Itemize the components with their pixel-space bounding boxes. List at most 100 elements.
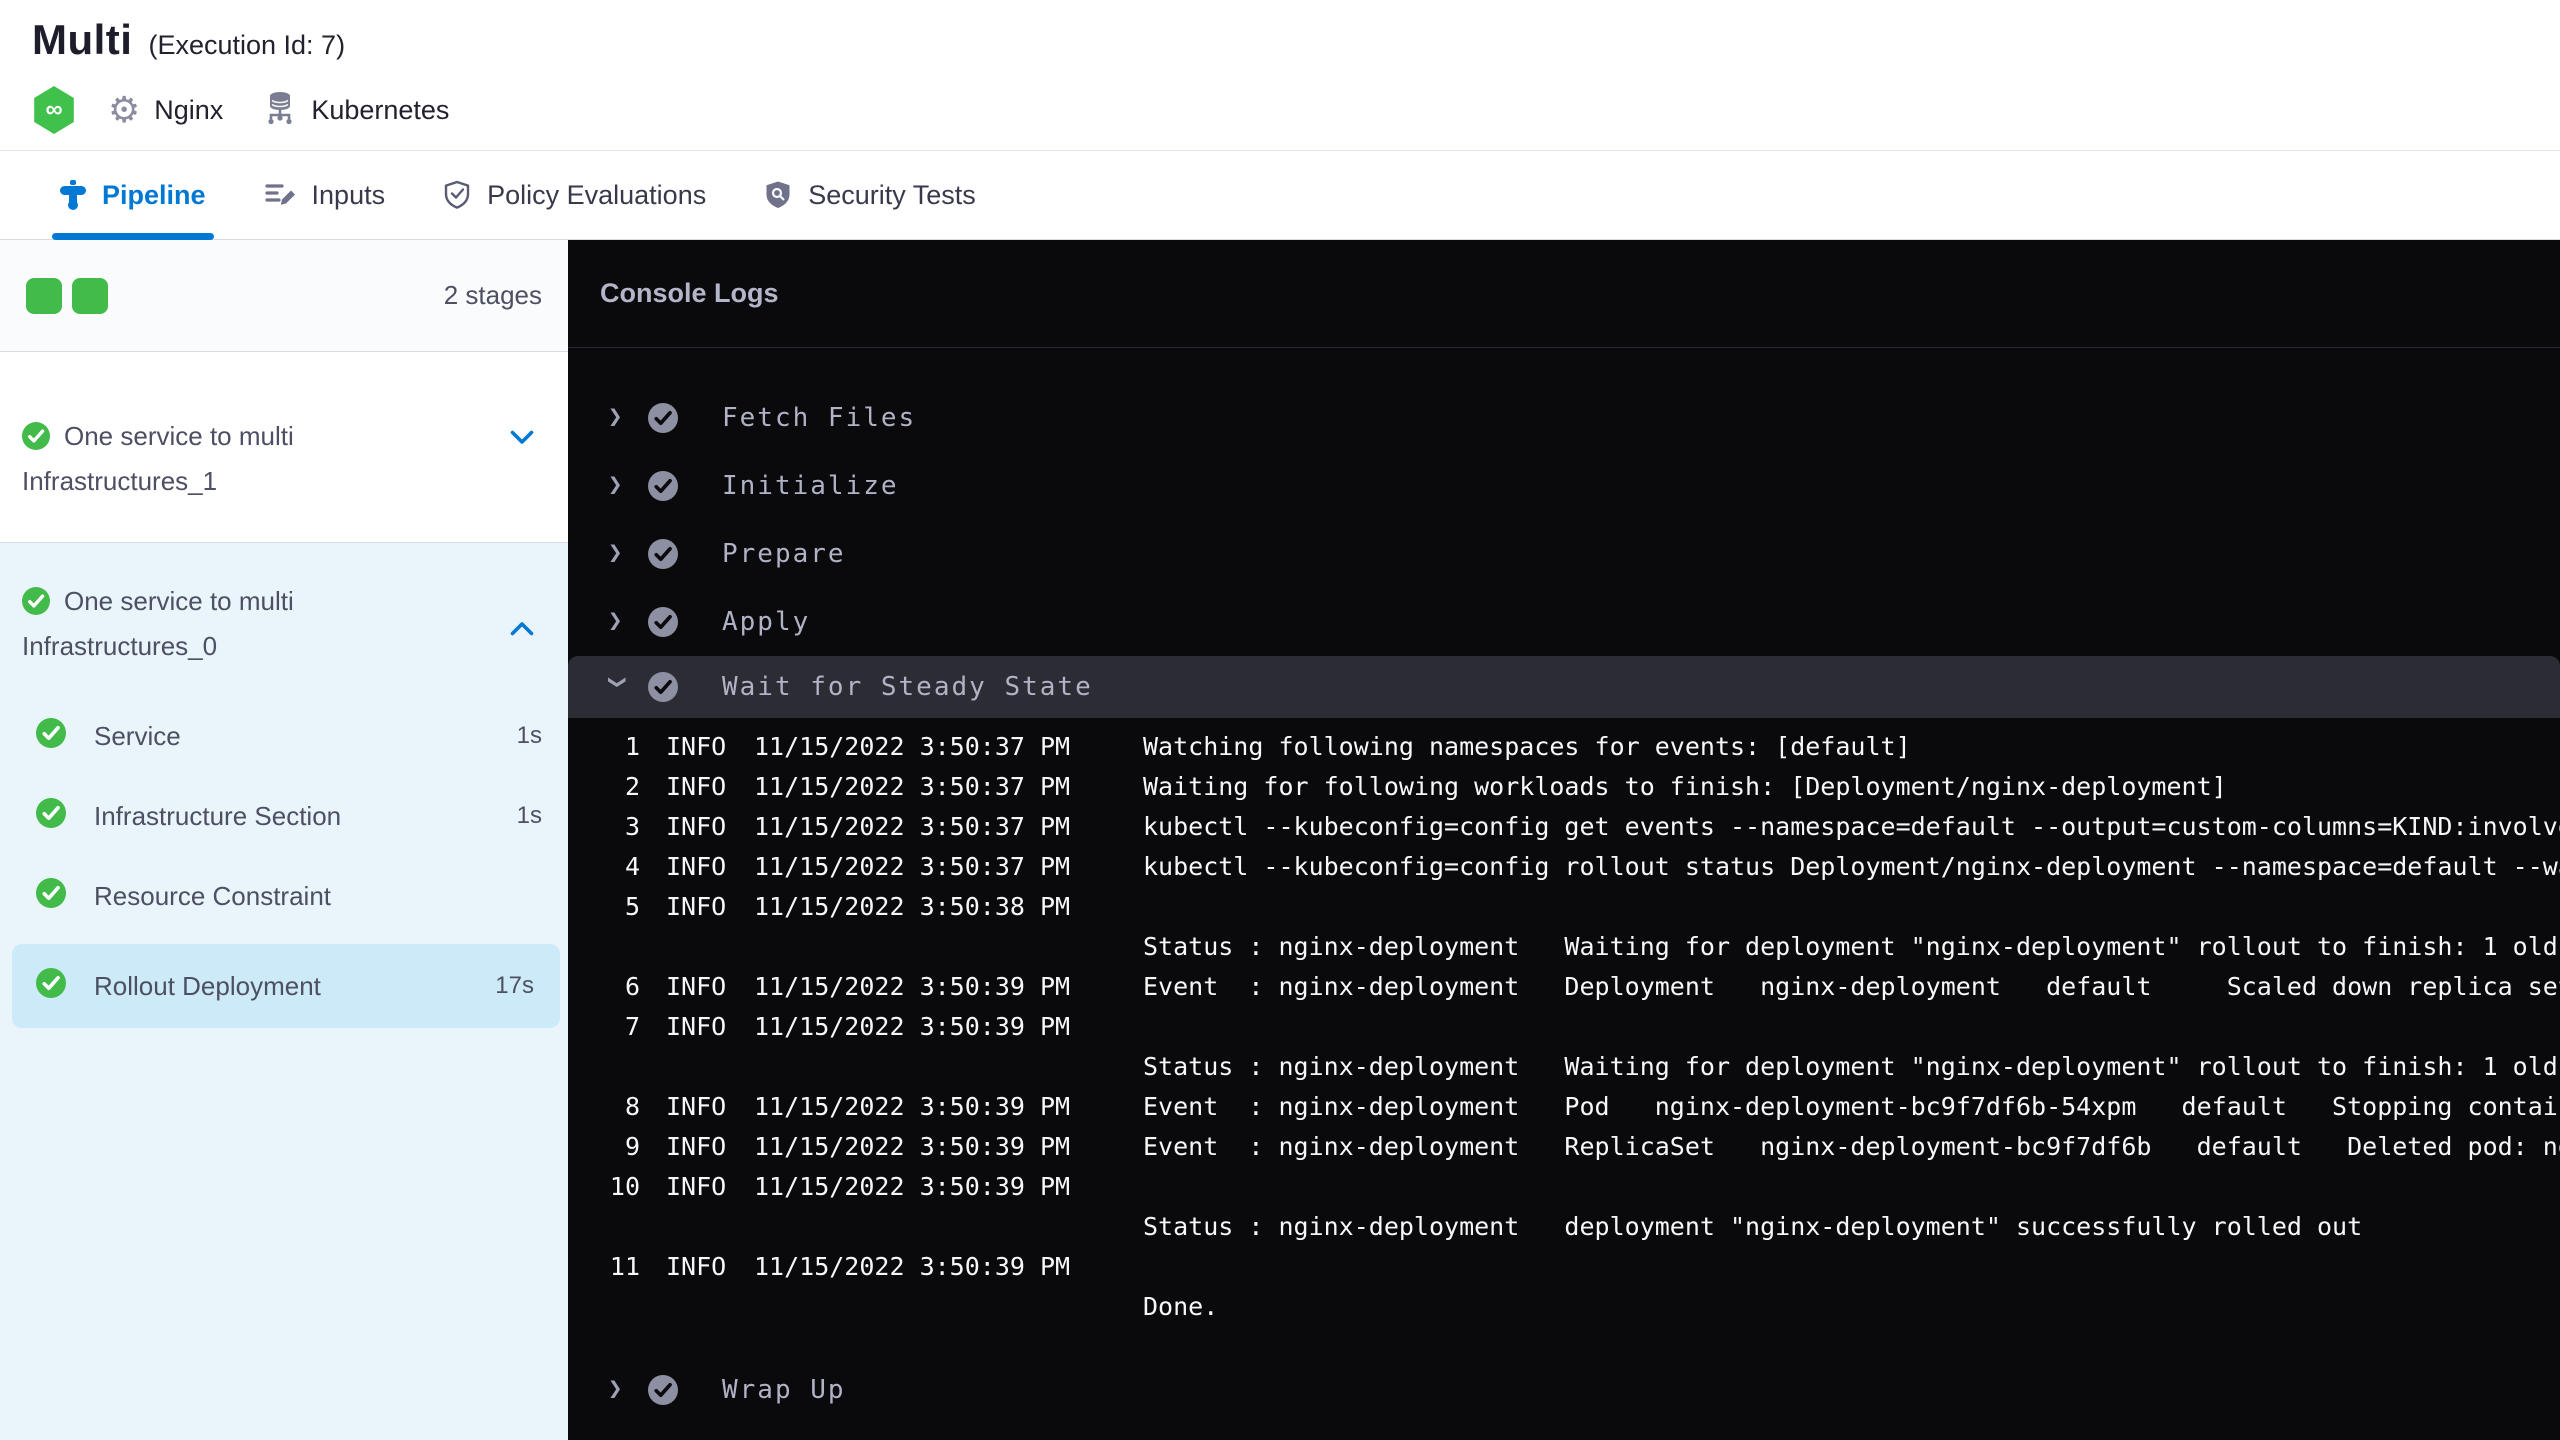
section-label: Prepare xyxy=(722,539,846,569)
log-line-number: 4 xyxy=(624,851,640,881)
log-line-number: 7 xyxy=(624,1011,640,1041)
section-label: Fetch Files xyxy=(722,403,917,433)
step-list: Service 1s Infrastructure Section 1s Res… xyxy=(0,696,568,1028)
tab-label: Inputs xyxy=(311,179,386,210)
log-level: INFO xyxy=(666,731,727,761)
log-line: 2 INFO 11/15/2022 3:50:37 PM Waiting for… xyxy=(568,766,2560,806)
log-message: Done. xyxy=(1143,1291,1219,1321)
log-section-apply[interactable]: ❯ Apply xyxy=(568,588,2560,656)
log-timestamp: 11/15/2022 3:50:37 PM xyxy=(754,851,1071,881)
harness-cd-icon: ∞ xyxy=(34,86,74,134)
log-line-number: 6 xyxy=(624,971,640,1001)
log-section-wait-for-steady-state[interactable]: ❯ Wait for Steady State xyxy=(568,656,2560,718)
log-line: 11 INFO 11/15/2022 3:50:39 PM xyxy=(568,1246,2560,1286)
chevron-right-icon[interactable]: ❯ xyxy=(608,606,628,634)
tab-label: Policy Evaluations xyxy=(487,179,707,210)
log-line: 9 INFO 11/15/2022 3:50:39 PM Event : ngi… xyxy=(568,1126,2560,1166)
log-line-number: 2 xyxy=(624,771,640,801)
step-duration: 1s xyxy=(516,802,542,829)
section-success-badge-icon xyxy=(648,403,678,433)
log-line-number: 9 xyxy=(624,1131,640,1161)
log-message: Status : nginx-deployment Waiting for de… xyxy=(1143,931,2560,961)
success-check-icon xyxy=(36,717,66,755)
service-name[interactable]: Nginx xyxy=(154,95,223,126)
log-timestamp: 11/15/2022 3:50:39 PM xyxy=(754,1091,1071,1121)
log-level: INFO xyxy=(666,851,727,881)
log-message: Event : nginx-deployment Deployment ngin… xyxy=(1143,971,2560,1001)
chevron-right-icon[interactable]: ❯ xyxy=(608,402,628,430)
success-check-icon xyxy=(22,586,50,626)
log-section-prepare[interactable]: ❯ Prepare xyxy=(568,520,2560,588)
console-header: Console Logs xyxy=(568,240,2560,348)
success-check-icon xyxy=(36,967,66,1005)
log-line: 1 INFO 11/15/2022 3:50:37 PM Watching fo… xyxy=(568,726,2560,766)
log-line: 4 INFO 11/15/2022 3:50:37 PM kubectl --k… xyxy=(568,846,2560,886)
console-panel: Console Logs ❯ Fetch Files ❯ Initialize … xyxy=(568,240,2560,1440)
chevron-right-icon[interactable]: ❯ xyxy=(608,538,628,566)
tab-label: Security Tests xyxy=(808,179,976,210)
tab-security-tests[interactable]: Security Tests xyxy=(764,151,976,239)
log-level: INFO xyxy=(666,811,727,841)
active-tab-indicator xyxy=(52,233,214,240)
log-section-wrap-up[interactable]: ❯ Wrap Up xyxy=(568,1356,2560,1424)
execution-header: Multi (Execution Id: 7) ∞ ⚙ Nginx Kubern… xyxy=(0,0,2560,150)
log-line: Done. xyxy=(568,1286,2560,1326)
stage-name: One service to multi Infrastructures_0 xyxy=(22,586,294,661)
success-check-icon xyxy=(22,421,50,461)
section-success-badge-icon xyxy=(648,607,678,637)
log-section-fetch-files[interactable]: ❯ Fetch Files xyxy=(568,384,2560,452)
step-item-rollout-deployment[interactable]: Rollout Deployment 17s xyxy=(12,944,560,1028)
log-line: Status : nginx-deployment deployment "ng… xyxy=(568,1206,2560,1246)
step-item-infrastructure-section[interactable]: Infrastructure Section 1s xyxy=(0,776,568,856)
chevron-right-icon[interactable]: ❯ xyxy=(608,1374,628,1402)
log-line: Status : nginx-deployment Waiting for de… xyxy=(568,926,2560,966)
log-level: INFO xyxy=(666,771,727,801)
section-label: Wait for Steady State xyxy=(722,672,1093,702)
stage-status-square[interactable] xyxy=(26,277,62,314)
log-section-initialize[interactable]: ❯ Initialize xyxy=(568,452,2560,520)
stage-summary-bar: 2 stages xyxy=(0,240,568,352)
log-line: 10 INFO 11/15/2022 3:50:39 PM xyxy=(568,1166,2560,1206)
log-message: Event : nginx-deployment Pod nginx-deplo… xyxy=(1143,1091,2560,1121)
stage-status-square[interactable] xyxy=(72,277,108,314)
chevron-down-icon[interactable] xyxy=(510,430,534,450)
execution-id: (Execution Id: 7) xyxy=(148,30,346,60)
section-success-badge-icon xyxy=(648,1375,678,1405)
chevron-right-icon[interactable]: ❯ xyxy=(608,470,628,498)
log-message: Status : nginx-deployment deployment "ng… xyxy=(1143,1211,2363,1241)
tab-inputs[interactable]: Inputs xyxy=(264,151,386,239)
step-item-resource-constraint[interactable]: Resource Constraint xyxy=(0,856,568,936)
infrastructure-name[interactable]: Kubernetes xyxy=(311,95,449,126)
log-timestamp: 11/15/2022 3:50:37 PM xyxy=(754,811,1071,841)
log-level: INFO xyxy=(666,1171,727,1201)
section-success-badge-icon xyxy=(648,672,678,702)
section-label: Apply xyxy=(722,607,811,637)
log-level: INFO xyxy=(666,1091,727,1121)
section-success-badge-icon xyxy=(648,471,678,501)
log-line-number: 10 xyxy=(609,1171,640,1201)
log-line-number: 11 xyxy=(609,1251,640,1281)
page-title: Multi xyxy=(32,16,133,63)
stage-header[interactable]: One service to multi Infrastructures_0 xyxy=(0,581,568,666)
service-gear-icon: ⚙ xyxy=(108,89,141,130)
console-body: ❯ Fetch Files ❯ Initialize ❯ Prepare ❯ A… xyxy=(568,348,2560,1440)
log-level: INFO xyxy=(666,971,727,1001)
success-check-icon xyxy=(36,797,66,835)
log-line-number: 5 xyxy=(624,891,640,921)
step-item-service[interactable]: Service 1s xyxy=(0,696,568,776)
pipeline-execution-page: Multi (Execution Id: 7) ∞ ⚙ Nginx Kubern… xyxy=(0,0,2560,1440)
success-check-icon xyxy=(36,877,66,915)
log-level: INFO xyxy=(666,1251,727,1281)
stages-sidebar: 2 stages One service to multi Infrastruc… xyxy=(0,240,568,1440)
console-title: Console Logs xyxy=(600,278,779,308)
pipeline-icon xyxy=(60,180,86,210)
chevron-down-icon[interactable]: ❯ xyxy=(604,675,632,695)
log-level: INFO xyxy=(666,1011,727,1041)
tab-policy-evaluations[interactable]: Policy Evaluations xyxy=(443,151,706,239)
log-timestamp: 11/15/2022 3:50:39 PM xyxy=(754,1171,1071,1201)
chevron-up-icon[interactable] xyxy=(510,621,534,641)
stage-item-infrastructures-1[interactable]: One service to multi Infrastructures_1 xyxy=(0,352,568,543)
tab-pipeline[interactable]: Pipeline xyxy=(52,151,214,240)
log-line: 7 INFO 11/15/2022 3:50:39 PM xyxy=(568,1006,2560,1046)
log-line-number: 3 xyxy=(624,811,640,841)
